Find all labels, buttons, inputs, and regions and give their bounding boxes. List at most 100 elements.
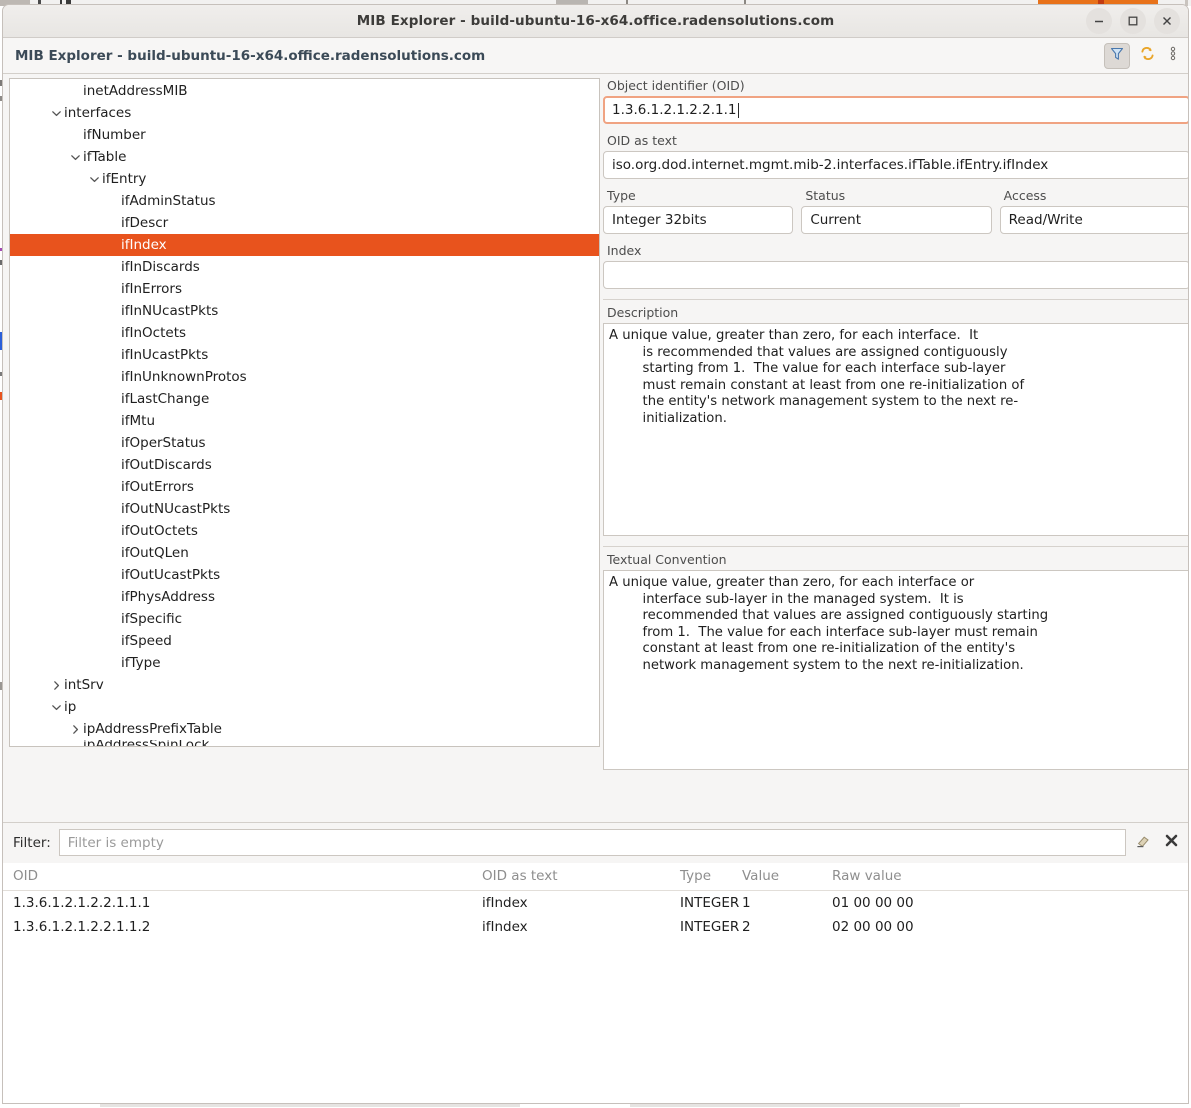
tree-item[interactable]: ifSpeed bbox=[10, 630, 599, 652]
tree-item[interactable]: ifOutNUcastPkts bbox=[10, 498, 599, 520]
tree-item-label: ifEntry bbox=[102, 168, 146, 190]
tree-item[interactable]: ifInUnknownProtos bbox=[10, 366, 599, 388]
tree-item-label: interfaces bbox=[64, 102, 131, 124]
access-label: Access bbox=[1004, 188, 1189, 203]
maximize-icon[interactable] bbox=[1120, 8, 1146, 34]
tree-item-label: ifTable bbox=[83, 146, 126, 168]
results-table-panel[interactable]: OID OID as text Type Value Raw value 1.3… bbox=[3, 863, 1189, 1104]
chevron-down-icon[interactable] bbox=[48, 702, 64, 713]
tree-item-label: ifSpecific bbox=[121, 608, 182, 630]
tree-item[interactable]: ifOperStatus bbox=[10, 432, 599, 454]
tree-item[interactable]: ifLastChange bbox=[10, 388, 599, 410]
tree-item[interactable]: ifInUcastPkts bbox=[10, 344, 599, 366]
tree-item-label: ifOutErrors bbox=[121, 476, 194, 498]
tree-item[interactable]: ifInNUcastPkts bbox=[10, 300, 599, 322]
filter-input[interactable]: Filter is empty bbox=[59, 829, 1126, 856]
cell-value: 2 bbox=[742, 915, 832, 939]
column-header-oid[interactable]: OID bbox=[3, 864, 482, 891]
status-input[interactable]: Current bbox=[801, 206, 991, 234]
tree-item[interactable]: ifSpecific bbox=[10, 608, 599, 630]
filter-toggle-button[interactable] bbox=[1104, 43, 1130, 69]
chevron-right-icon[interactable] bbox=[67, 724, 83, 735]
oid-input[interactable]: 1.3.6.1.2.1.2.2.1.1 bbox=[603, 96, 1189, 124]
tree-item-label: ipAddressSpinLock bbox=[83, 740, 209, 747]
filter-bar: Filter: Filter is empty bbox=[3, 822, 1189, 862]
tree-item[interactable]: ifNumber bbox=[10, 124, 599, 146]
chevron-down-icon[interactable] bbox=[86, 174, 102, 185]
textual-convention-text[interactable]: A unique value, greater than zero, for e… bbox=[603, 570, 1189, 770]
tree-item[interactable]: ifAdminStatus bbox=[10, 190, 599, 212]
tree-item-label: ifMtu bbox=[121, 410, 155, 432]
tree-item-selected[interactable]: ifIndex bbox=[10, 234, 599, 256]
mib-tree-panel[interactable]: inetAddressMIBinterfacesifNumberifTablei… bbox=[9, 78, 600, 747]
tree-item[interactable]: ipAddressSpinLock bbox=[10, 740, 599, 747]
results-body: 1.3.6.1.2.1.2.2.1.1.1ifIndexINTEGER101 0… bbox=[3, 891, 1189, 940]
tree-item[interactable]: ifPhysAddress bbox=[10, 586, 599, 608]
chevron-down-icon[interactable] bbox=[48, 108, 64, 119]
type-input[interactable]: Integer 32bits bbox=[603, 206, 793, 234]
tree-item-label: ifOutNUcastPkts bbox=[121, 498, 230, 520]
tree-item[interactable]: ip bbox=[10, 696, 599, 718]
tree-item[interactable]: ifOutErrors bbox=[10, 476, 599, 498]
clear-filter-button[interactable] bbox=[1132, 832, 1154, 854]
column-header-type[interactable]: Type bbox=[680, 864, 742, 891]
tree-item-label: ifInOctets bbox=[121, 322, 186, 344]
minimize-icon[interactable] bbox=[1086, 8, 1112, 34]
tree-item[interactable]: ifOutDiscards bbox=[10, 454, 599, 476]
filter-label: Filter: bbox=[13, 835, 51, 851]
column-header-value[interactable]: Value bbox=[742, 864, 832, 891]
cell-oid: 1.3.6.1.2.1.2.2.1.1.2 bbox=[3, 915, 482, 939]
chevron-right-icon[interactable] bbox=[48, 680, 64, 691]
tree-item[interactable]: ifType bbox=[10, 652, 599, 674]
tree-item[interactable]: ipAddressPrefixTable bbox=[10, 718, 599, 740]
tree-item[interactable]: ifInErrors bbox=[10, 278, 599, 300]
app-header: MIB Explorer - build-ubuntu-16-x64.offic… bbox=[3, 38, 1188, 74]
status-label: Status bbox=[805, 188, 991, 203]
tree-item[interactable]: ifMtu bbox=[10, 410, 599, 432]
tree-item[interactable]: ifInDiscards bbox=[10, 256, 599, 278]
tree-item-label: ifType bbox=[121, 652, 161, 674]
access-value: Read/Write bbox=[1009, 212, 1083, 228]
tree-item-label: intSrv bbox=[64, 674, 104, 696]
tree-item-label: ifAdminStatus bbox=[121, 190, 216, 212]
cell-type: INTEGER bbox=[680, 915, 742, 939]
tree-item[interactable]: ifOutUcastPkts bbox=[10, 564, 599, 586]
tree-item[interactable]: ifEntry bbox=[10, 168, 599, 190]
column-header-oid-as-text[interactable]: OID as text bbox=[482, 864, 680, 891]
results-table: OID OID as text Type Value Raw value 1.3… bbox=[3, 864, 1189, 939]
tree-item[interactable]: ifOutOctets bbox=[10, 520, 599, 542]
object-detail-panel: Object identifier (OID) 1.3.6.1.2.1.2.2.… bbox=[603, 78, 1189, 814]
overflow-menu-button[interactable] bbox=[1164, 43, 1182, 69]
tree-item[interactable]: ifInOctets bbox=[10, 322, 599, 344]
description-text[interactable]: A unique value, greater than zero, for e… bbox=[603, 323, 1189, 536]
tree-item-label: ifInUcastPkts bbox=[121, 344, 208, 366]
description-label: Description bbox=[607, 305, 1189, 320]
tree-item[interactable]: interfaces bbox=[10, 102, 599, 124]
filter-icon bbox=[1109, 46, 1125, 66]
refresh-button[interactable] bbox=[1134, 43, 1160, 69]
tree-item-label: ifIndex bbox=[121, 234, 167, 256]
index-label: Index bbox=[607, 243, 1189, 258]
tree-item[interactable]: ifOutQLen bbox=[10, 542, 599, 564]
column-header-raw-value[interactable]: Raw value bbox=[832, 864, 1189, 891]
oid-value: 1.3.6.1.2.1.2.2.1.1 bbox=[612, 102, 737, 118]
tree-item[interactable]: ifDescr bbox=[10, 212, 599, 234]
index-input[interactable] bbox=[603, 261, 1189, 289]
close-filter-button[interactable] bbox=[1160, 832, 1182, 854]
table-row[interactable]: 1.3.6.1.2.1.2.2.1.1.1ifIndexINTEGER101 0… bbox=[3, 891, 1189, 916]
tree-item[interactable]: ifTable bbox=[10, 146, 599, 168]
app-header-title: MIB Explorer - build-ubuntu-16-x64.offic… bbox=[15, 48, 1100, 64]
tree-item[interactable]: inetAddressMIB bbox=[10, 80, 599, 102]
refresh-icon bbox=[1139, 45, 1156, 66]
tree-item[interactable]: intSrv bbox=[10, 674, 599, 696]
type-value: Integer 32bits bbox=[612, 212, 707, 228]
close-icon[interactable] bbox=[1154, 8, 1180, 34]
tree-item-label: ifOutUcastPkts bbox=[121, 564, 220, 586]
access-input[interactable]: Read/Write bbox=[1000, 206, 1189, 234]
tree-item-label: ip bbox=[64, 696, 76, 718]
cell-oid-as-text: ifIndex bbox=[482, 915, 680, 939]
tree-item-label: ifInErrors bbox=[121, 278, 182, 300]
table-row[interactable]: 1.3.6.1.2.1.2.2.1.1.2ifIndexINTEGER202 0… bbox=[3, 915, 1189, 939]
chevron-down-icon[interactable] bbox=[67, 152, 83, 163]
oid-as-text-input[interactable]: iso.org.dod.internet.mgmt.mib-2.interfac… bbox=[603, 151, 1189, 179]
